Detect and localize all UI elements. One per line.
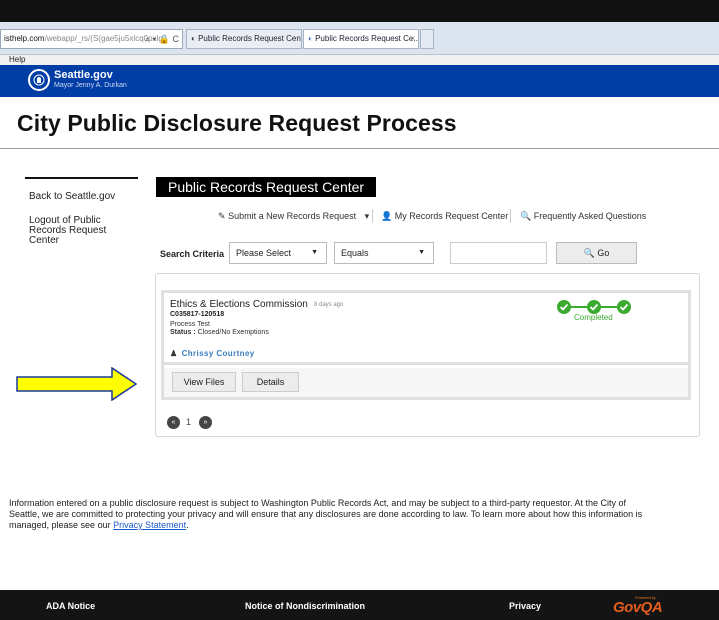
- govqa-wordmark: GovQA: [613, 599, 663, 616]
- notice-line-3: managed, please see our Privacy Statemen…: [9, 520, 719, 531]
- new-tab-button[interactable]: [420, 29, 434, 49]
- sidebar-divider: [25, 177, 138, 179]
- browser-tab-1[interactable]: ◐ Public Records Request Center...: [186, 29, 302, 49]
- tab-close-icon[interactable]: ×: [410, 30, 415, 48]
- arrow-annotation-icon: [16, 367, 137, 401]
- action-separator: [510, 209, 511, 223]
- search-icon: 🔍: [583, 248, 595, 258]
- brand-name[interactable]: Seattle.gov: [54, 69, 113, 81]
- my-requests-link[interactable]: 👤 My Records Request Center: [381, 211, 508, 222]
- address-controls[interactable]: ⌕ ▾ 🔒 C: [145, 30, 179, 48]
- chevron-down-icon: ▾: [364, 211, 370, 221]
- request-description: Process Test: [170, 321, 210, 328]
- notice-line-2: Seattle, we are committed to protecting …: [9, 509, 643, 519]
- mayor-name: Mayor Jenny A. Durkan: [54, 82, 127, 89]
- status-label: Status :: [170, 329, 196, 336]
- previous-page-button[interactable]: «: [167, 416, 180, 429]
- status-value: Closed/No Exemptions: [197, 329, 269, 336]
- page-title: City Public Disclosure Request Process: [17, 110, 457, 136]
- progress-step-check-icon: [617, 300, 631, 314]
- view-files-button[interactable]: View Files: [172, 372, 236, 392]
- request-reference[interactable]: C035817-120518: [170, 311, 224, 318]
- sidebar-link-logout[interactable]: Logout of Public Records Request Center: [29, 216, 139, 246]
- progress-step-check-icon: [557, 300, 571, 314]
- next-page-button[interactable]: »: [199, 416, 212, 429]
- tab-label: Public Records Request Ce...: [315, 34, 419, 43]
- search-criteria-label: Search Criteria: [160, 249, 225, 259]
- my-requests-label: My Records Request Center: [394, 211, 509, 221]
- go-label: Go: [597, 248, 610, 258]
- faq-label: Frequently Asked Questions: [533, 211, 647, 221]
- progress-step-check-icon: [587, 300, 601, 314]
- address-domain: isthelp.com: [4, 34, 45, 43]
- seal-face-icon: [33, 74, 45, 86]
- footer-privacy-link[interactable]: Privacy: [509, 601, 541, 611]
- menu-bar: Help: [0, 55, 719, 65]
- tab-label: Public Records Request Center...: [198, 34, 302, 43]
- center-title: Public Records Request Center: [156, 177, 377, 197]
- window-top-bar: [0, 0, 719, 22]
- search-operator-select[interactable]: Equals ▼: [334, 242, 434, 264]
- user-icon: 👤: [381, 211, 393, 221]
- sidebar-link-logout-label: Logout of Public Records Request Center: [29, 215, 107, 246]
- seattle-header: Seattle.gov Mayor Jenny A. Durkan: [0, 65, 719, 97]
- search-go-button[interactable]: 🔍 Go: [556, 242, 637, 264]
- menu-help[interactable]: Help: [9, 55, 25, 64]
- privacy-statement-link[interactable]: Privacy Statement: [113, 520, 186, 530]
- request-age: 8 days ago: [314, 302, 344, 308]
- site-footer: ADA Notice Notice of Nondiscrimination P…: [0, 590, 719, 620]
- title-divider: [0, 148, 719, 149]
- browser-chrome: isthelp.com/webapp/_rs/(S(gae5ju5xlcq0px…: [0, 22, 719, 55]
- address-bar[interactable]: isthelp.com/webapp/_rs/(S(gae5ju5xlcq0px…: [0, 29, 183, 49]
- chevron-down-icon: ▼: [311, 249, 318, 256]
- request-assignee[interactable]: ♟ Chrissy Courtney: [170, 349, 255, 358]
- assignee-name: Chrissy Courtney: [181, 349, 255, 358]
- request-card-body: Ethics & Elections Commission 8 days ago…: [164, 293, 688, 365]
- browser-tab-2[interactable]: ◐ Public Records Request Ce... ×: [303, 29, 419, 49]
- footer-ada-link[interactable]: ADA Notice: [46, 601, 95, 611]
- user-icon: ♟: [170, 349, 178, 358]
- search-operator-value: Equals: [341, 248, 369, 258]
- search-icon: 🔍: [520, 211, 532, 221]
- request-card: Ethics & Elections Commission 8 days ago…: [161, 290, 691, 400]
- submit-request-link[interactable]: ✎ Submit a New Records Request ▾: [218, 211, 369, 222]
- chevron-down-icon: ▼: [418, 249, 425, 256]
- search-value-input[interactable]: [450, 242, 547, 264]
- current-page-number[interactable]: 1: [186, 417, 191, 427]
- notice-suffix: .: [186, 520, 189, 530]
- submit-request-label: Submit a New Records Request: [228, 211, 357, 221]
- faq-link[interactable]: 🔍 Frequently Asked Questions: [520, 211, 646, 222]
- govqa-logo[interactable]: Powered by GovQA: [613, 595, 675, 617]
- privacy-notice: Information entered on a public disclosu…: [9, 498, 719, 531]
- footer-nondiscrimination-link[interactable]: Notice of Nondiscrimination: [245, 601, 365, 611]
- request-department: Ethics & Elections Commission: [170, 299, 308, 310]
- request-card-actions: View Files Details: [164, 368, 688, 397]
- details-button[interactable]: Details: [242, 372, 299, 392]
- tab-favicon: ◐: [191, 34, 196, 43]
- notice-prefix: managed, please see our: [9, 520, 114, 530]
- edit-icon: ✎: [218, 211, 226, 221]
- progress-state: Completed: [574, 313, 613, 322]
- sidebar-link-back[interactable]: Back to Seattle.gov: [29, 192, 115, 202]
- action-separator: [372, 209, 373, 223]
- notice-line-1: Information entered on a public disclosu…: [9, 498, 626, 508]
- tab-favicon: ◐: [308, 34, 313, 43]
- search-field-select[interactable]: Please Select ▼: [229, 242, 327, 264]
- search-field-value: Please Select: [236, 248, 292, 258]
- request-status: Status : Closed/No Exemptions: [170, 329, 269, 336]
- city-seal-icon[interactable]: [28, 69, 50, 91]
